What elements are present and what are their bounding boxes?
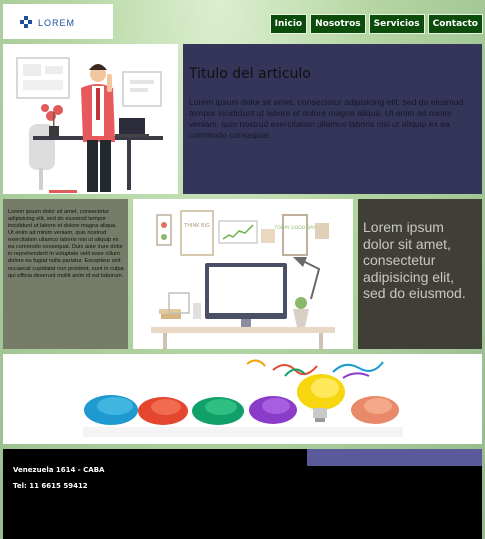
footer-address: Venezuela 1614 - CABA — [13, 466, 105, 474]
nav-contacto-button[interactable]: Contacto — [427, 14, 483, 34]
crumpled-paper-banner — [3, 354, 482, 444]
logo-mark-icon: LOREM — [20, 15, 75, 28]
left-column-text: Lorem ipsum dolor sit amet, consectetur … — [8, 209, 124, 279]
article-title: Titulo del articulo — [189, 66, 311, 82]
footer-accent-bar — [307, 449, 482, 466]
nav-servicios-button[interactable]: Servicios — [368, 14, 425, 34]
hero-illustration — [3, 44, 178, 194]
left-column: Lorem ipsum dolor sit amet, consectetur … — [3, 199, 128, 349]
frame-good-day-text: TODAY GOOD DAY — [274, 225, 316, 231]
footer-phone: Tel: 11 6615 59412 — [13, 482, 88, 490]
right-column: Lorem ipsum dolor sit amet, consectetur … — [358, 199, 482, 349]
article-body: Lorem ipsum dolor sit amet, consectetur … — [189, 97, 464, 140]
logo[interactable]: LOREM — [3, 4, 113, 39]
nav-inicio-button[interactable]: Inicio — [269, 14, 308, 34]
office-illustration: THINK BIG TODAY GOOD DAY — [133, 199, 353, 349]
logo-text: LOREM — [38, 18, 75, 28]
footer: Venezuela 1614 - CABA Tel: 11 6615 59412 — [3, 449, 482, 539]
article-section: Titulo del articulo Lorem ipsum dolor si… — [183, 44, 482, 194]
frame-think-big-text: THINK BIG — [183, 223, 210, 229]
nav-nosotros-button[interactable]: Nosotros — [310, 14, 366, 34]
right-column-text: Lorem ipsum dolor sit amet, consectetur … — [363, 219, 466, 302]
main-nav: Inicio Nosotros Servicios Contacto — [269, 14, 483, 34]
